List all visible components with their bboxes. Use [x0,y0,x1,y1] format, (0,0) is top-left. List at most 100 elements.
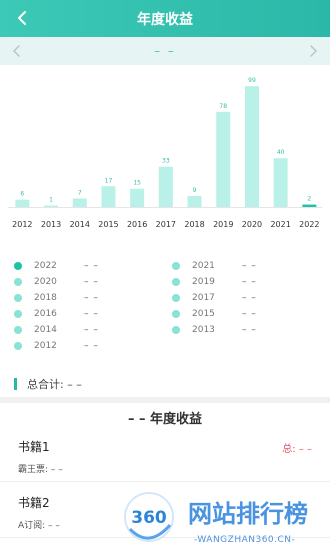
legend-year: 2012 [34,341,57,351]
legend-dot-icon [172,278,180,286]
legend-dot-icon [172,262,180,270]
bar-2018[interactable] [187,196,202,207]
bar-2017[interactable] [158,166,173,207]
next-year-chevron-icon[interactable] [306,43,320,59]
legend-dot-icon [14,262,22,270]
legend-year: 2015 [192,309,215,319]
legend-year: 2020 [34,277,57,287]
bar-2016[interactable] [130,188,145,207]
top-bar: 年度收益 [0,0,330,37]
legend-item-2017[interactable]: 2017 – – [172,290,257,306]
section-title: – – 年度收益 [127,412,203,427]
bar-value-label: 9 [193,187,197,194]
legend-dot-icon [14,294,22,302]
legend-value: – – [84,277,99,287]
x-tick-label: 2018 [184,220,204,229]
accent-bar [14,378,17,390]
legend-year: 2017 [192,293,215,303]
legend-dot-icon [14,326,22,334]
legend-item-2022[interactable]: 2022 – – [14,258,99,274]
bar-2013[interactable] [44,205,59,208]
x-tick-label: 2012 [12,220,32,229]
book-name: 书籍2 [18,496,50,510]
bar-value-label: 40 [277,149,285,156]
book-sub: 霸王票: – – [18,465,63,475]
grand-total-label: 总合计: – – [27,378,82,391]
legend-value: – – [84,341,99,351]
watermark-logo-text: 360 [131,508,167,528]
grand-total: 总合计: – – [14,377,82,391]
watermark-url: -WANGZHAN360.CN- [194,535,295,545]
bar-value-label: 2 [307,196,311,203]
legend-dot-icon [14,310,22,318]
bar-2012[interactable] [15,199,30,207]
legend-item-2012[interactable]: 2012 – – [14,338,99,354]
book-sub: A订阅: – – [18,521,60,531]
back-chevron-icon[interactable] [14,9,32,27]
watermark-brand: 网站排行榜 [188,500,308,528]
legend-item-2015[interactable]: 2015 – – [172,306,257,322]
legend-dot-icon [14,342,22,350]
legend-value: – – [84,309,99,319]
legend-year: 2014 [34,325,57,335]
legend-year: 2016 [34,309,57,319]
list-item[interactable]: 书籍1 霸王票: – – 总: – – [0,432,330,482]
legend-value: – – [242,261,257,271]
legend-value: – – [242,309,257,319]
legend-item-2020[interactable]: 2020 – – [14,274,99,290]
legend-year: 2021 [192,261,215,271]
bar-2015[interactable] [101,186,116,207]
yearly-income-bar-chart: 6 2012 1 2013 7 2014 17 2015 15 2016 33 2017 9 2018 78… [8,77,322,229]
selected-year: – – [154,44,176,58]
x-tick-label: 2017 [156,220,176,229]
page-title: 年度收益 [137,11,193,28]
legend-item-2021[interactable]: 2021 – – [172,258,257,274]
year-switcher: – – [0,37,330,65]
bar-2019[interactable] [216,111,231,207]
book-total: 总: – – [282,444,312,455]
legend-year: 2018 [34,293,57,303]
legend-item-2013[interactable]: 2013 – – [172,322,257,338]
legend-dot-icon [172,310,180,318]
x-tick-label: 2020 [242,220,262,229]
x-tick-label: 2022 [299,220,319,229]
legend-value: – – [84,293,99,303]
bar-value-label: 6 [20,191,24,198]
bar-2020[interactable] [244,86,259,207]
bar-value-label: 1 [49,197,53,204]
year-legend: 2022 – – 2021 – – 2020 – – 2019 – – 2018 – – 2017 –… [14,258,324,358]
legend-dot-icon [172,294,180,302]
bar-2021[interactable] [273,158,288,207]
legend-year: 2019 [192,277,215,287]
x-tick-label: 2013 [41,220,61,229]
legend-value: – – [242,293,257,303]
legend-item-2018[interactable]: 2018 – – [14,290,99,306]
bar-value-label: 7 [78,189,82,196]
prev-year-chevron-icon[interactable] [10,43,24,59]
book-name: 书籍1 [18,440,50,454]
bar-2014[interactable] [72,198,87,207]
x-tick-label: 2016 [127,220,147,229]
x-tick-label: 2015 [98,220,118,229]
legend-year: 2013 [192,325,215,335]
legend-value: – – [84,261,99,271]
site-watermark-logo: 360 网站排行榜 -WANGZHAN360.CN- [124,492,308,545]
bar-value-label: 33 [162,158,170,165]
legend-year: 2022 [34,261,57,271]
legend-item-2019[interactable]: 2019 – – [172,274,257,290]
legend-value: – – [242,325,257,335]
x-tick-label: 2014 [70,220,90,229]
bar-2022[interactable] [302,204,317,207]
bar-value-label: 99 [248,77,256,84]
legend-item-2014[interactable]: 2014 – – [14,322,99,338]
legend-value: – – [242,277,257,287]
bar-value-label: 17 [105,177,113,184]
section-divider [0,397,330,403]
legend-item-2016[interactable]: 2016 – – [14,306,99,322]
x-tick-label: 2021 [270,220,290,229]
legend-value: – – [84,325,99,335]
legend-dot-icon [14,278,22,286]
legend-dot-icon [172,326,180,334]
bar-value-label: 15 [133,180,141,187]
x-tick-label: 2019 [213,220,233,229]
